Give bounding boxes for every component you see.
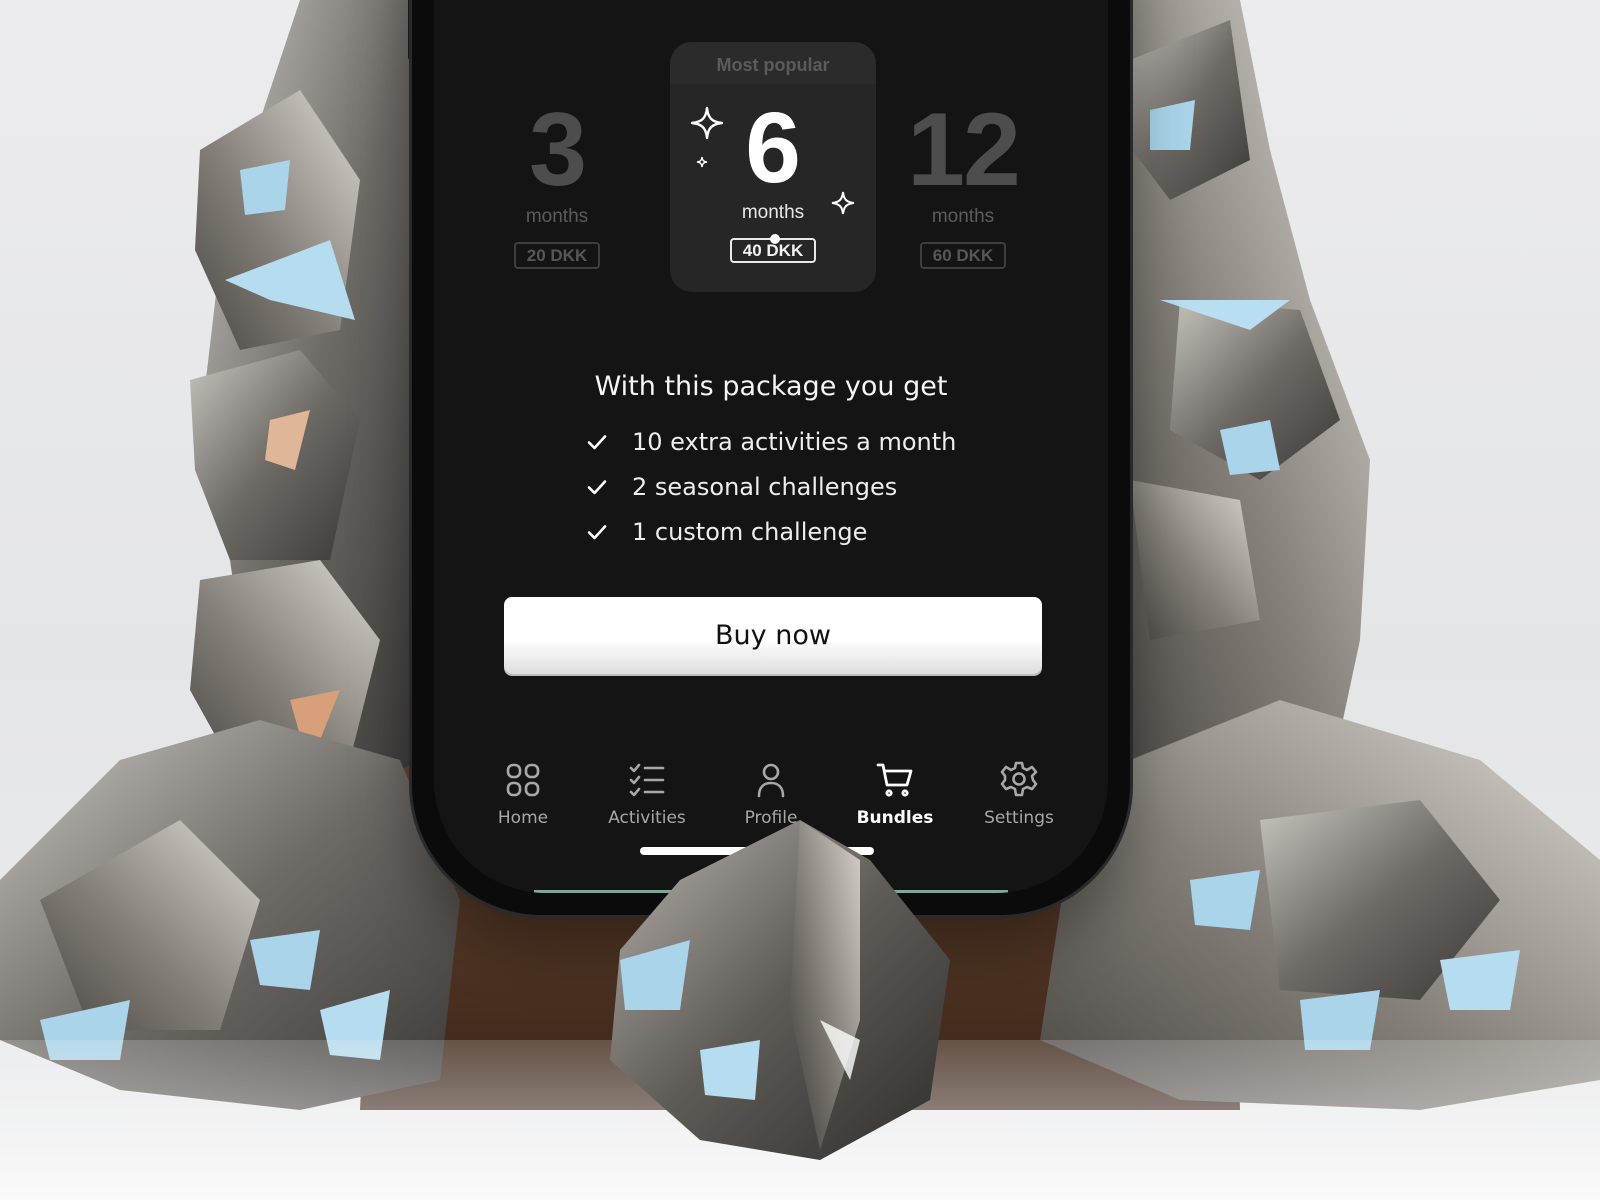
plan-duration-number: 12 <box>907 92 1021 208</box>
benefits-title: With this package you get <box>594 371 948 402</box>
plan-price-tag: 60 DKK <box>919 242 1007 269</box>
benefit-text: 2 seasonal challenges <box>632 472 898 501</box>
checkmark-icon <box>587 434 607 449</box>
tab-activities[interactable]: Activities <box>588 760 706 828</box>
plan-duration-unit: months <box>931 206 995 227</box>
sparkle-small-icon <box>696 156 708 168</box>
tab-label: Activities <box>608 808 686 828</box>
sparkle-large-icon <box>690 106 724 140</box>
tab-label: Home <box>497 808 549 828</box>
most-popular-badge: Most popular <box>670 42 876 84</box>
tab-label: Settings <box>984 808 1054 828</box>
checklist-icon <box>629 763 665 797</box>
home-indicator[interactable] <box>640 847 874 855</box>
tab-label: Profile <box>744 808 798 828</box>
phone-screen: 3 months 20 DKK Most popular 6 months 40… <box>434 0 1108 893</box>
tab-home[interactable]: Home <box>464 760 582 828</box>
grid-icon <box>506 763 540 797</box>
tab-profile[interactable]: Profile <box>712 760 830 828</box>
sparkle-medium-icon <box>831 191 855 215</box>
buy-now-button[interactable]: Buy now <box>504 597 1042 674</box>
benefit-item: 10 extra activities a month <box>586 419 956 464</box>
plan-duration-unit: months <box>525 206 589 227</box>
tab-settings[interactable]: Settings <box>960 760 1078 828</box>
bottom-tab-bar: Home Activities Profile Bundles Settings <box>464 760 1078 828</box>
selection-dot <box>769 234 780 244</box>
cart-icon <box>876 763 913 797</box>
plan-3-months[interactable]: 3 months 20 DKK <box>500 98 614 269</box>
benefit-text: 1 custom challenge <box>632 517 868 546</box>
screen-edge-highlight <box>534 890 1008 893</box>
plan-12-months[interactable]: 12 months 60 DKK <box>888 98 1038 269</box>
plan-price-tag: 40 DKK <box>729 234 817 263</box>
gear-icon <box>1000 761 1038 797</box>
plan-price-tag: 20 DKK <box>513 242 601 269</box>
plan-duration-number: 3 <box>529 92 587 208</box>
tab-label: Bundles <box>856 808 934 828</box>
benefit-text: 10 extra activities a month <box>632 427 957 456</box>
benefit-item: 2 seasonal challenges <box>586 464 956 509</box>
user-icon <box>757 763 785 798</box>
checkmark-icon <box>587 524 607 539</box>
plan-6-months-featured[interactable]: Most popular 6 months 40 DKK <box>670 42 876 292</box>
checkmark-icon <box>587 479 607 494</box>
tab-bundles[interactable]: Bundles <box>836 760 954 828</box>
benefit-item: 1 custom challenge <box>586 509 956 554</box>
benefits-list: 10 extra activities a month 2 seasonal c… <box>586 419 956 554</box>
